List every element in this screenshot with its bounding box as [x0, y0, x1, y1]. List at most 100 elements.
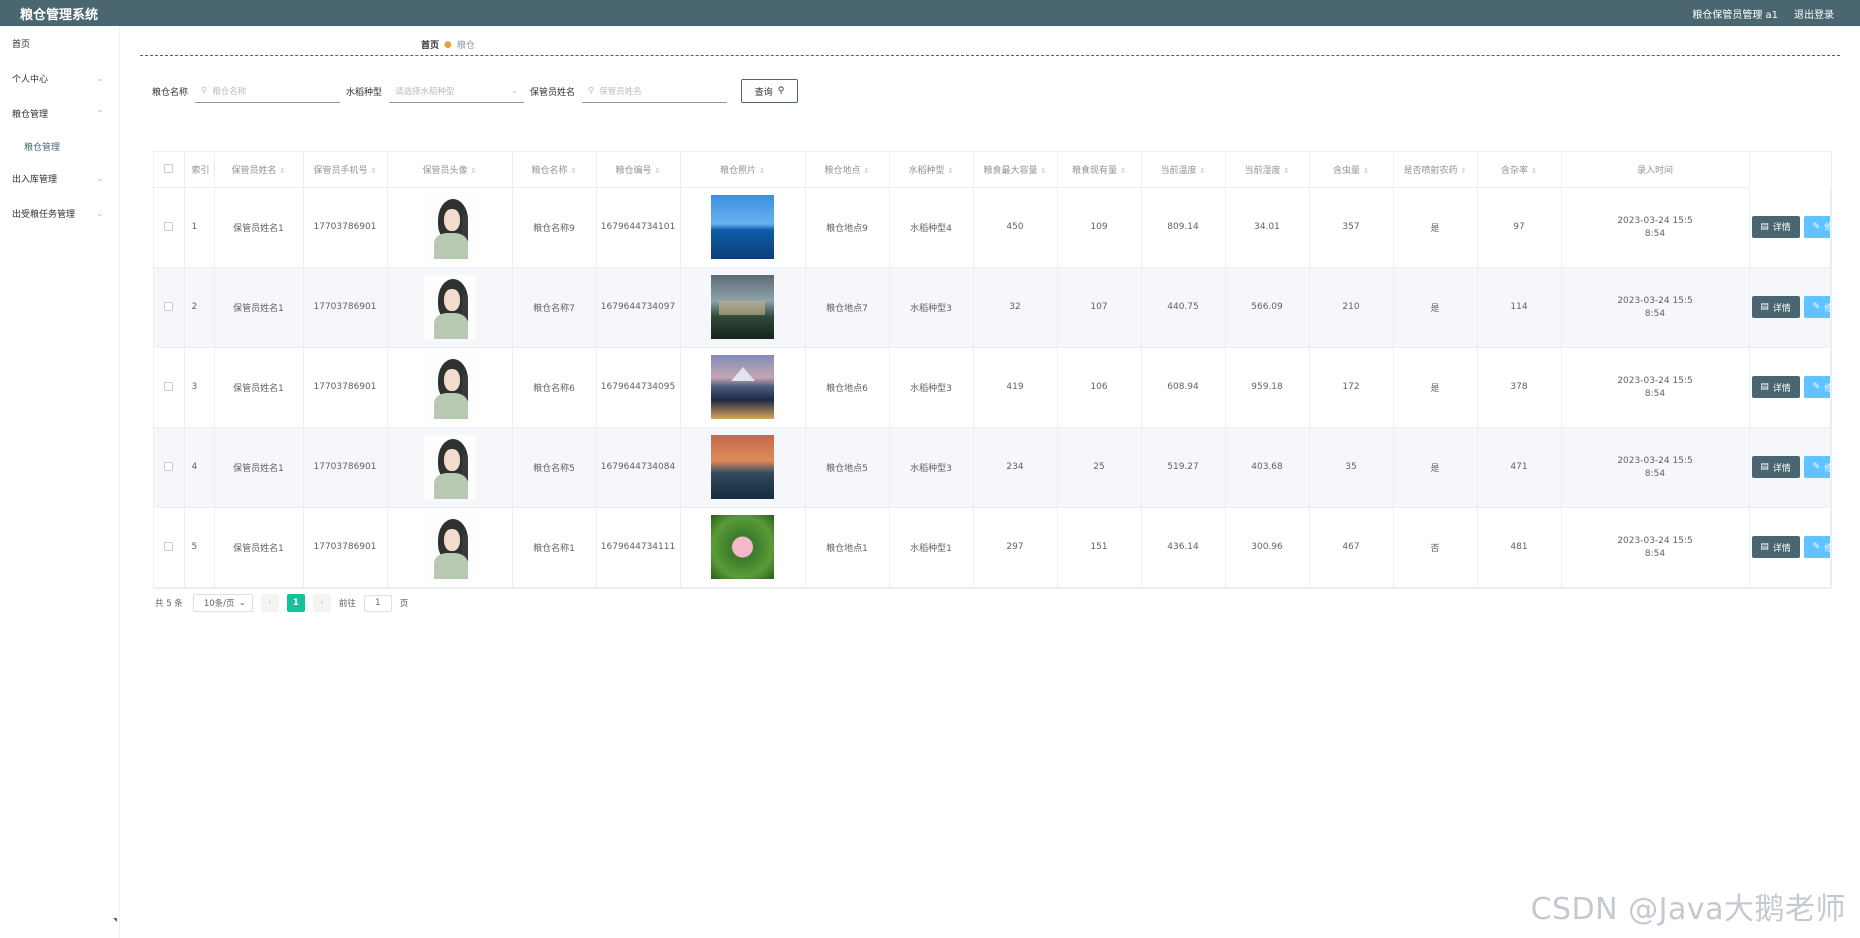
cell-actions: ▤详情✎修改 [1749, 427, 1831, 508]
edit-button[interactable]: ✎修改 [1803, 296, 1830, 318]
sidebar-item-granary[interactable]: 粮仓管理 ⌃ [0, 96, 119, 131]
sidebar-item-label: 首页 [12, 40, 31, 50]
query-button[interactable]: 查询 ⚲ [741, 79, 799, 103]
column-header[interactable]: 含虫量 ⇕ [1309, 152, 1394, 188]
edit-button[interactable]: ✎修改 [1803, 215, 1830, 238]
pencil-icon: ✎ [1812, 302, 1821, 312]
cell-keeper: 保管员姓名1 [214, 187, 304, 268]
cell-name: 粮仓名称5 [512, 427, 597, 508]
chevron-down-icon: ⌄ [238, 598, 246, 608]
document-icon: ▤ [1760, 221, 1769, 232]
column-header[interactable]: 是否喷射农药 ⇕ [1393, 152, 1478, 188]
edit-button[interactable]: ✎修改 [1803, 376, 1830, 398]
cell-pesticide: 否 [1393, 507, 1478, 588]
breadcrumb-home[interactable]: 首页 [421, 38, 439, 51]
cell-impurity: 481 [1477, 507, 1562, 588]
type-select[interactable]: 请选择水稻种型 ⌄ [389, 79, 525, 103]
table-row: 1 保管员姓名1 17703786901 粮仓名称9 1679644734101 粮仓地点… [154, 187, 1831, 268]
column-header[interactable]: 粮食最大容量 ⇕ [973, 152, 1058, 188]
granary-photo-image [711, 515, 774, 579]
cell-keeper: 保管员姓名1 [214, 507, 304, 588]
chevron-down-icon: ⌄ [510, 85, 519, 96]
column-header[interactable]: 粮仓编号 ⇕ [596, 152, 681, 188]
detail-button[interactable]: ▤ 详情 [1751, 536, 1800, 558]
row-checkbox[interactable] [154, 507, 185, 588]
granary-photo-image [711, 195, 774, 259]
table-header-row: 索引 保管员姓名 ⇕ 保管员手机号 ⇕ 保管员头像 ⇕ 粮仓名称 ⇕ 粮仓编号 ⇕ 粮仓照… [154, 152, 1831, 188]
user-label: 粮仓保管员管理 a1 [1692, 9, 1778, 21]
cell-insect: 357 [1309, 187, 1394, 268]
row-checkbox[interactable] [154, 267, 185, 348]
cell-time: 2023-03-24 15:5 8:54 [1561, 427, 1750, 508]
cell-impurity: 471 [1477, 427, 1562, 508]
cell-phone: 17703786901 [303, 347, 388, 428]
page-number[interactable]: 1 [286, 594, 305, 612]
document-icon: ▤ [1760, 542, 1769, 552]
sidebar-item-personal[interactable]: 个人中心 ⌄ [0, 61, 119, 96]
cell-current: 106 [1057, 347, 1142, 428]
row-checkbox[interactable] [154, 427, 185, 508]
row-checkbox[interactable] [154, 347, 185, 428]
column-header[interactable]: 粮仓照片 ⇕ [680, 152, 806, 188]
cell-photo [680, 187, 806, 268]
type-placeholder: 请选择水稻种型 [395, 86, 455, 97]
cell-place: 粮仓地点1 [805, 507, 890, 588]
column-header[interactable]: 含杂率 ⇕ [1477, 152, 1562, 188]
goto-suffix: 页 [399, 599, 409, 609]
column-header[interactable]: 粮食现有量 ⇕ [1057, 152, 1142, 188]
cell-max: 450 [973, 187, 1058, 268]
top-bar-actions: 粮仓保管员管理 a1 退出登录 [1692, 6, 1834, 21]
column-header[interactable]: 水稻种型 ⇕ [889, 152, 974, 188]
sidebar-item-task[interactable]: 出受粮任务管理 ⌄ [0, 196, 119, 231]
cell-impurity: 378 [1477, 347, 1562, 428]
keeper-avatar-image [423, 355, 476, 419]
logout-link[interactable]: 退出登录 [1794, 6, 1834, 21]
name-search-input[interactable]: ⚲ 粮仓名称 [195, 79, 341, 103]
cell-humidity: 566.09 [1225, 267, 1310, 348]
cell-actions: ▤详情✎修改 [1749, 507, 1831, 588]
edit-button[interactable]: ✎修改 [1803, 456, 1830, 478]
sort-icon: ⇕ [947, 166, 954, 175]
row-checkbox[interactable] [154, 187, 185, 268]
column-header[interactable]: 保管员头像 ⇕ [387, 152, 513, 188]
cell-type: 水稻种型4 [889, 187, 974, 268]
edit-button[interactable]: ✎修改 [1803, 536, 1830, 558]
sort-icon: ⇕ [1120, 166, 1126, 175]
prev-page-button[interactable]: ‹ [260, 594, 279, 612]
keeper-search-input[interactable]: ⚲ 保管员姓名 [582, 79, 728, 103]
column-header[interactable]: 粮仓地点 ⇕ [805, 152, 890, 188]
sidebar: 首页 个人中心 ⌄ 粮仓管理 ⌃ 粮仓管理 出入库管理 ⌄ 出受粮任务管理 ⌄ [0, 26, 120, 938]
detail-button[interactable]: ▤ 详情 [1751, 456, 1800, 478]
detail-button[interactable]: ▤ 详情 [1751, 215, 1800, 238]
detail-button[interactable]: ▤ 详情 [1751, 296, 1800, 318]
pencil-icon: ✎ [1812, 462, 1821, 472]
sidebar-item-label: 出受粮任务管理 [12, 210, 76, 220]
sidebar-item-inout[interactable]: 出入库管理 ⌄ [0, 161, 119, 196]
sidebar-item-home[interactable]: 首页 [0, 26, 119, 61]
select-all-checkbox[interactable] [154, 152, 185, 188]
sort-icon: ⇕ [759, 166, 765, 175]
name-label: 粮仓名称 [152, 87, 189, 98]
column-header: 录入时间 [1561, 152, 1750, 188]
goto-page-input[interactable]: 1 [363, 594, 392, 612]
detail-button[interactable]: ▤ 详情 [1751, 376, 1800, 398]
cell-phone: 17703786901 [303, 267, 388, 348]
column-header[interactable]: 当前温度 ⇕ [1141, 152, 1226, 188]
cell-pesticide: 是 [1393, 347, 1478, 428]
cell-time: 2023-03-24 15:5 8:54 [1561, 347, 1750, 428]
granary-photo-image [711, 355, 774, 419]
sidebar-subitem-granary[interactable]: 粮仓管理 [0, 131, 119, 161]
column-header[interactable]: 保管员姓名 ⇕ [214, 152, 304, 188]
next-page-button[interactable]: › [312, 594, 331, 612]
sort-icon: ⇕ [863, 166, 870, 175]
search-bar: 粮仓名称 ⚲ 粮仓名称 水稻种型 请选择水稻种型 ⌄ 保管员姓名 ⚲ 保管员姓名 查询… [152, 76, 799, 106]
page-size-select[interactable]: 10条/页 ⌄ [192, 594, 253, 612]
column-header[interactable]: 保管员手机号 ⇕ [303, 152, 388, 188]
sort-icon: ⇕ [1040, 166, 1047, 175]
pagination: 共 5 条 10条/页 ⌄ ‹ 1 › 前往 1 页 [155, 594, 408, 612]
table-row: 4 保管员姓名1 17703786901 粮仓名称5 1679644734084 粮仓地点… [154, 427, 1831, 508]
cell-time: 2023-03-24 15:5 8:54 [1561, 187, 1750, 268]
column-header[interactable]: 当前湿度 ⇕ [1225, 152, 1310, 188]
column-header[interactable]: 粮仓名称 ⇕ [512, 152, 597, 188]
pencil-icon: ✎ [1812, 542, 1821, 552]
